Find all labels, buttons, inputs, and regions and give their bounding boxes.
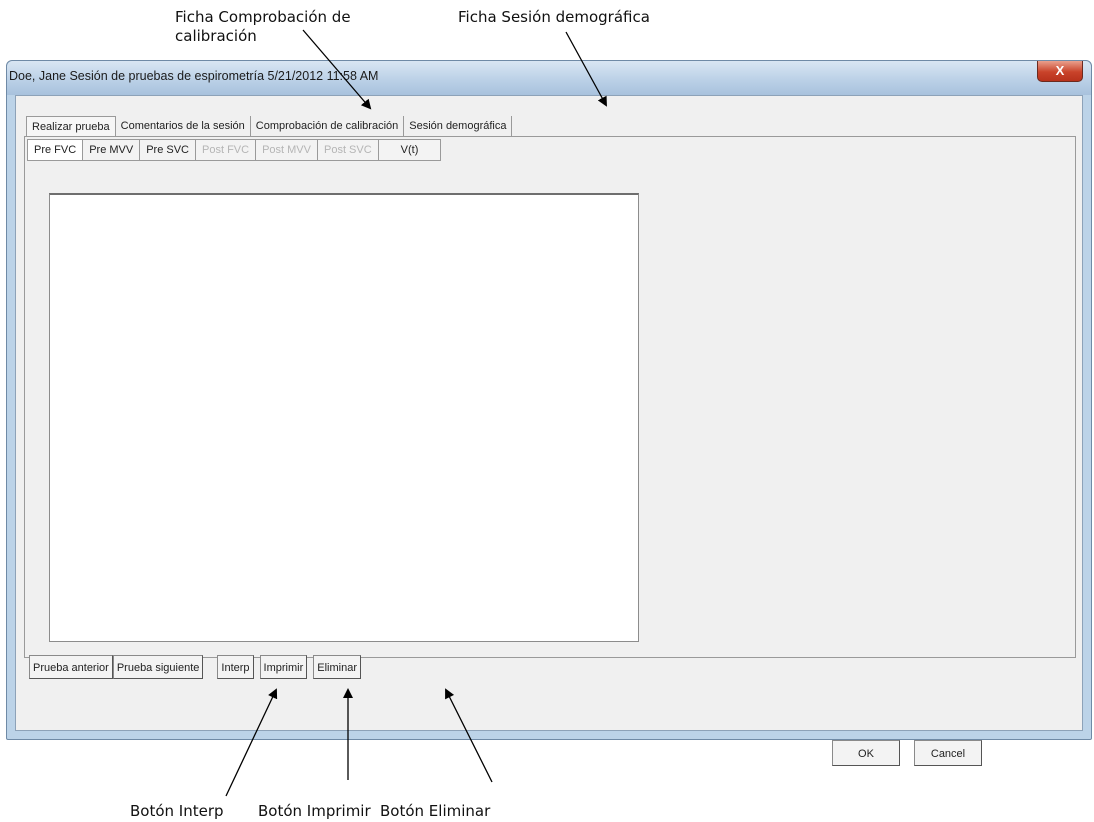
subtab-post-svc: Post SVC xyxy=(316,139,379,161)
close-icon: X xyxy=(1055,63,1065,78)
subtab-pre-svc[interactable]: Pre SVC xyxy=(139,139,196,161)
window-title: Doe, Jane Sesión de pruebas de espiromet… xyxy=(9,69,379,83)
callout-interp-button: Botón Interp xyxy=(130,802,224,820)
cancel-button[interactable]: Cancel xyxy=(914,740,982,766)
ok-button[interactable]: OK xyxy=(832,740,900,766)
tab-realizar-prueba[interactable]: Realizar prueba xyxy=(26,116,116,137)
callout-print-button: Botón Imprimir xyxy=(258,802,371,820)
subtab-pre-mvv[interactable]: Pre MVV xyxy=(82,139,141,161)
next-test-button[interactable]: Prueba siguiente xyxy=(112,655,204,679)
print-button[interactable]: Imprimir xyxy=(259,655,308,679)
previous-test-button[interactable]: Prueba anterior xyxy=(29,655,113,679)
tab-sesion-demografica[interactable]: Sesión demográfica xyxy=(404,116,513,136)
window-client-area: Realizar prueba Comentarios de la sesión… xyxy=(15,95,1083,766)
interp-button[interactable]: Interp xyxy=(217,655,254,679)
subtab-post-fvc: Post FVC xyxy=(195,139,257,161)
tab-comprobacion-calibracion[interactable]: Comprobación de calibración xyxy=(251,116,405,136)
subtab-volume-time[interactable]: V(t) xyxy=(377,139,442,161)
title-bar[interactable]: Doe, Jane Sesión de pruebas de espiromet… xyxy=(7,61,1091,95)
tab-comentarios-sesion[interactable]: Comentarios de la sesión xyxy=(116,116,251,136)
callout-calibration-tab: Ficha Comprobación de calibración xyxy=(175,8,351,46)
delete-button[interactable]: Eliminar xyxy=(313,655,361,679)
test-type-tab-strip: Pre FVC Pre MVV Pre SVC Post FVC Post MV… xyxy=(27,139,442,161)
callout-delete-button: Botón Eliminar xyxy=(380,802,491,820)
subtab-pre-fvc[interactable]: Pre FVC xyxy=(27,139,84,161)
test-action-buttons: Prueba anterior Prueba siguiente Interp … xyxy=(29,655,361,679)
subtab-post-mvv: Post MVV xyxy=(255,139,318,161)
close-button[interactable]: X xyxy=(1037,61,1083,82)
spirometry-session-window: Doe, Jane Sesión de pruebas de espiromet… xyxy=(6,60,1092,766)
callout-calibration-line1: Ficha Comprobación de xyxy=(175,8,351,26)
realizar-prueba-panel: Pre FVC Pre MVV Pre SVC Post FVC Post MV… xyxy=(24,136,1076,679)
test-graph-area xyxy=(49,193,639,642)
callout-demographic-tab: Ficha Sesión demográfica xyxy=(458,8,650,26)
callout-calibration-line2: calibración xyxy=(175,27,257,45)
main-tab-strip: Realizar prueba Comentarios de la sesión… xyxy=(26,116,513,137)
dialog-buttons: OK Cancel xyxy=(832,740,982,766)
